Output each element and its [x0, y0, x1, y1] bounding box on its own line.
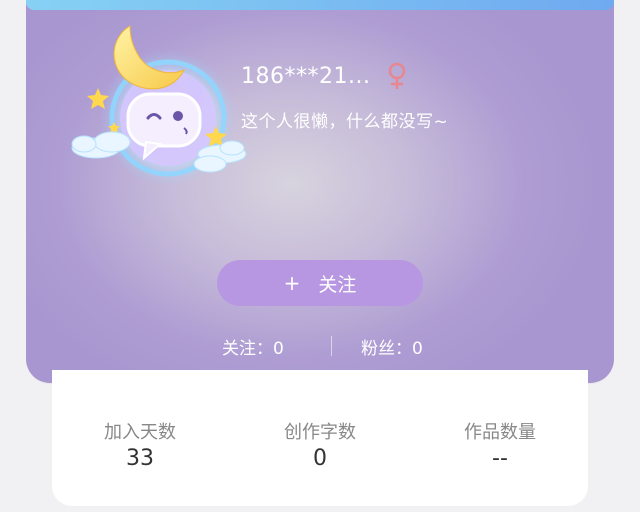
social-stats: 关注：0 粉丝：0	[26, 334, 614, 359]
following-count[interactable]: 关注：0	[222, 334, 284, 359]
join-days-stat: 加入天数 33	[60, 418, 220, 471]
female-icon	[388, 62, 406, 89]
top-accent-strip	[26, 0, 614, 10]
info-card: 加入天数 33 创作字数 0 作品数量 --	[52, 370, 588, 506]
word-count-value: 0	[313, 446, 327, 471]
bio-text: 这个人很懒，什么都没写~	[241, 112, 449, 132]
fans-count[interactable]: 粉丝：0	[361, 334, 423, 359]
plus-icon: +	[283, 271, 301, 295]
avatar[interactable]	[66, 18, 256, 188]
works-count-stat: 作品数量 --	[420, 418, 580, 471]
works-count-value: --	[492, 446, 508, 471]
stats-divider	[331, 336, 332, 356]
join-days-value: 33	[126, 446, 154, 471]
join-days-label: 加入天数	[104, 422, 176, 443]
word-count-label: 创作字数	[284, 422, 356, 443]
follow-button-label: 关注	[318, 273, 357, 296]
follow-button[interactable]: + 关注	[217, 260, 423, 306]
username: 186***21...	[241, 64, 371, 89]
word-count-stat: 创作字数 0	[240, 418, 400, 471]
profile-header-card: 186***21... 这个人很懒，什么都没写~ + 关注 关注：0 粉丝：0	[26, 0, 614, 383]
works-count-label: 作品数量	[464, 422, 536, 443]
